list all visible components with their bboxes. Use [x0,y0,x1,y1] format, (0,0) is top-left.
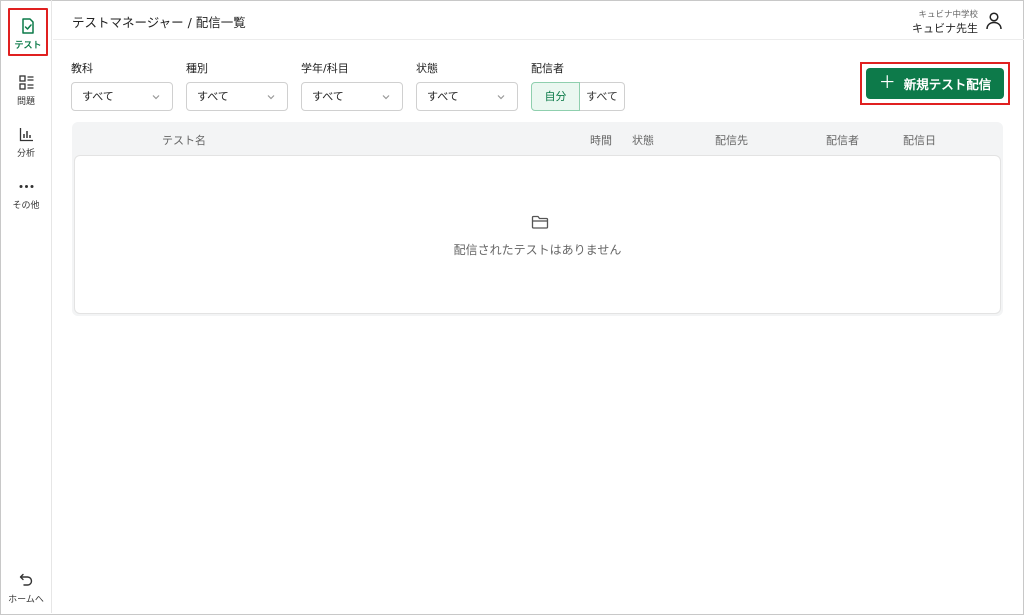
sidebar-item-label: 分析 [16,149,35,159]
questions-icon [16,72,36,92]
folder-icon [531,215,549,229]
distributor-option-all[interactable]: すべて [580,82,625,111]
chart-icon [16,124,36,144]
status-select[interactable]: すべて [416,82,518,111]
filter-distributor: 配信者 自分 すべて [531,60,625,111]
distributor-option-self[interactable]: 自分 [531,82,580,111]
school-name: キュビナ中学校 [918,10,978,20]
filter-grade: 学年/科目 すべて [301,60,403,111]
sidebar-item-home[interactable]: ホームへ [4,564,48,608]
filter-label: 教科 [71,62,93,75]
column-header-date[interactable]: 配信日 [903,132,936,148]
teacher-name: キュビナ先生 [912,22,978,35]
sidebar-item-label: ホームへ [8,595,44,605]
new-button-highlight: ＋ 新規テスト配信 [860,62,1010,105]
header: テストマネージャー / 配信一覧 キュビナ中学校 キュビナ先生 [53,0,1024,40]
empty-message: 配信されたテストはありません [453,243,622,257]
sidebar-item-test[interactable]: テスト [8,8,48,56]
column-header-time[interactable]: 時間 [590,132,612,148]
filter-label: 学年/科目 [301,62,349,75]
sidebar-item-analysis[interactable]: 分析 [4,118,48,162]
select-value: すべて [427,90,459,103]
filter-subject: 教科 すべて [71,60,173,111]
filter-status: 状態 すべて [416,60,518,111]
subject-select[interactable]: すべて [71,82,173,111]
distributor-toggle: 自分 すべて [531,82,625,111]
sidebar-item-label: その他 [12,201,40,211]
filter-label: 種別 [186,62,208,75]
column-header-status[interactable]: 状態 [632,132,654,148]
column-header-destination[interactable]: 配信先 [715,132,748,148]
back-arrow-icon [16,570,36,590]
column-header-distributor[interactable]: 配信者 [826,132,859,148]
plus-icon: ＋ [878,73,896,93]
sidebar-item-label: テスト [14,41,42,51]
select-value: すべて [312,90,344,103]
filter-label: 状態 [416,62,438,75]
distribution-table: テスト名 時間 状態 配信先 配信者 配信日 配信されたテストはありません [72,122,1003,316]
new-test-distribution-button[interactable]: ＋ 新規テスト配信 [866,68,1004,99]
user-icon[interactable] [986,12,1004,32]
more-icon [16,176,36,196]
empty-state: 配信されたテストはありません [74,155,1001,314]
new-button-label: 新規テスト配信 [903,77,992,92]
sidebar-item-questions[interactable]: 問題 [4,66,48,110]
chevron-down-icon [152,95,160,100]
sidebar-item-label: 問題 [16,97,35,107]
sidebar-item-other[interactable]: その他 [4,170,48,214]
chevron-down-icon [497,95,505,100]
chevron-down-icon [267,95,275,100]
select-value: すべて [82,90,114,103]
select-value: すべて [197,90,229,103]
filter-type: 種別 すべて [186,60,288,111]
filter-label: 配信者 [531,62,564,75]
sidebar: テスト 問題 分析 その他 ホームへ [0,0,52,613]
breadcrumb: テストマネージャー / 配信一覧 [72,15,246,30]
chevron-down-icon [382,95,390,100]
grade-select[interactable]: すべて [301,82,403,111]
test-icon [18,16,38,36]
column-header-test-name[interactable]: テスト名 [162,132,206,148]
type-select[interactable]: すべて [186,82,288,111]
